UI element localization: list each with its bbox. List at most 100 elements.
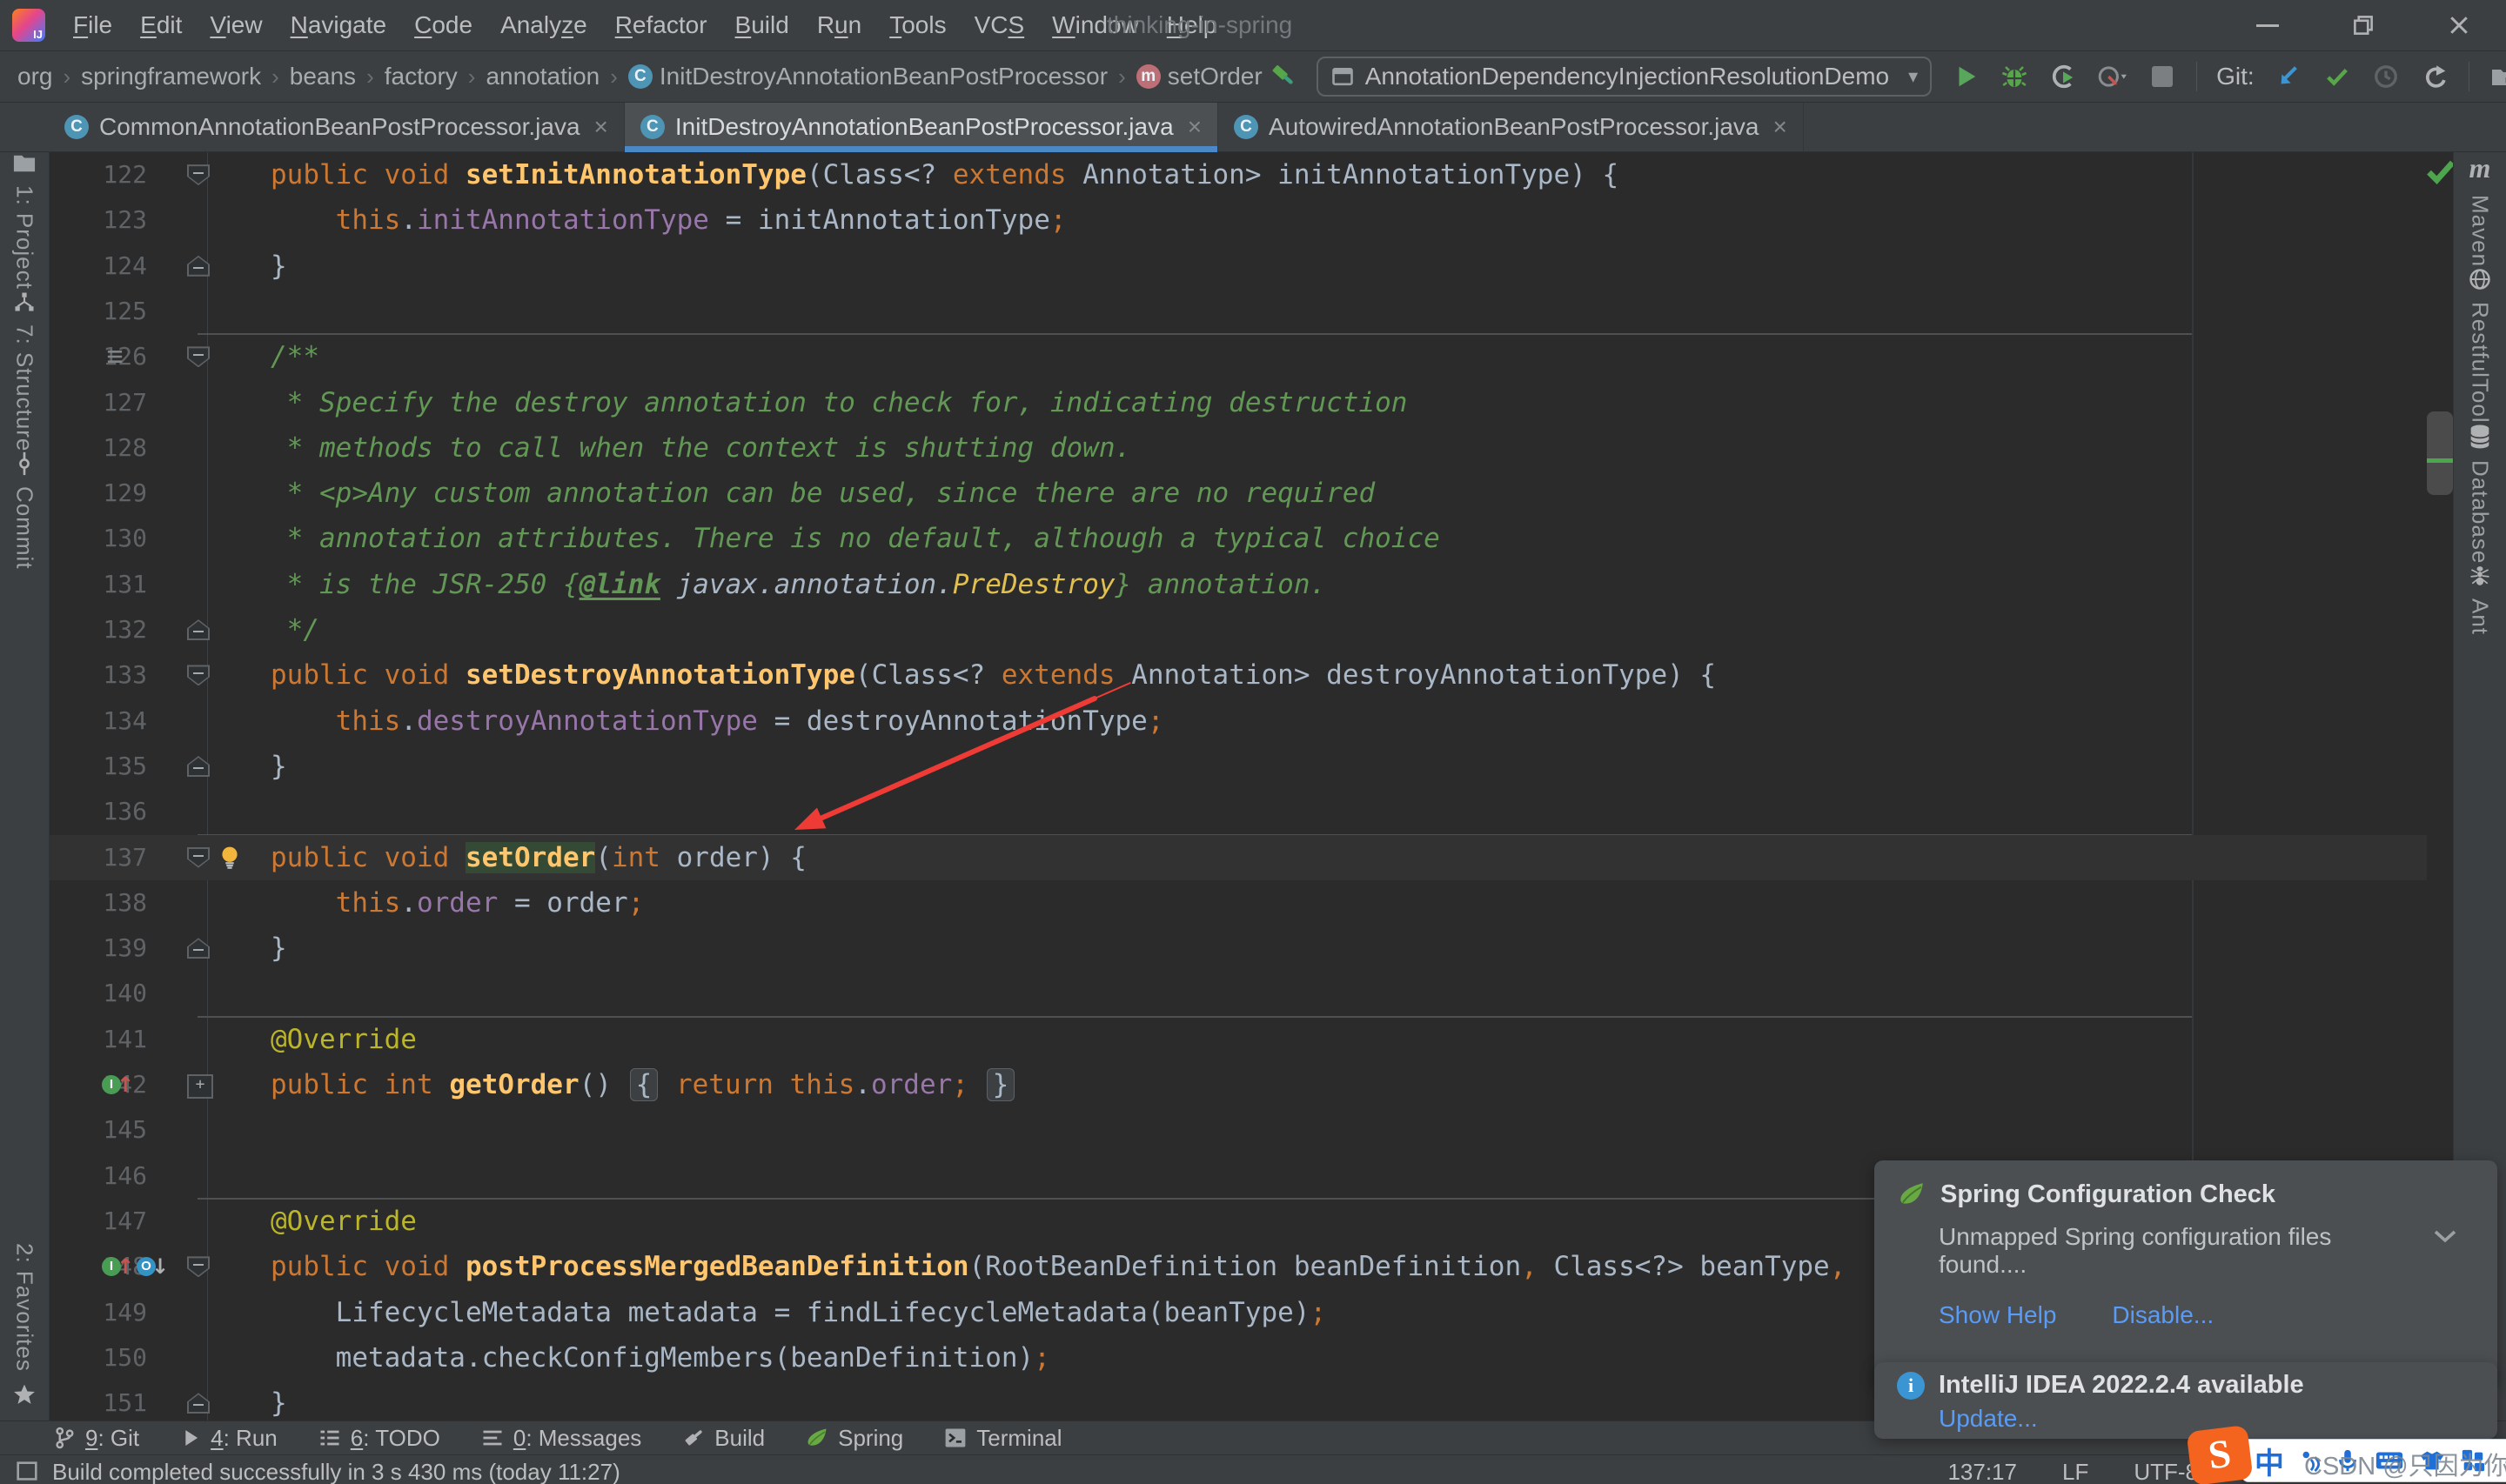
tab-CommonAnnotationBeanPostProcessor.java[interactable]: CCommonAnnotationBeanPostProcessor.java×: [49, 103, 625, 151]
maximize-button[interactable]: [2346, 8, 2381, 43]
code-text[interactable]: * annotation attributes. There is no def…: [271, 516, 1440, 561]
line-number[interactable]: 146: [50, 1153, 147, 1199]
code-line[interactable]: 127 * Specify the destroy annotation to …: [50, 380, 2427, 425]
line-number[interactable]: 150: [50, 1335, 147, 1380]
menu-item-file[interactable]: File: [59, 0, 126, 50]
tool-window-bar-build[interactable]: Build: [681, 1425, 765, 1452]
breadcrumb-item-springframework[interactable]: springframework: [77, 63, 265, 90]
code-text[interactable]: @Override: [271, 1199, 417, 1244]
profiler-button[interactable]: [2097, 57, 2128, 96]
line-number[interactable]: 140: [50, 971, 147, 1016]
code-text[interactable]: metadata.checkConfigMembers(beanDefiniti…: [271, 1335, 1050, 1380]
tool-window-bar-6-todo[interactable]: 6: TODO: [318, 1425, 440, 1452]
fold-marker-icon[interactable]: [187, 346, 210, 367]
code-text[interactable]: * methods to call when the context is sh…: [271, 425, 1131, 471]
code-line[interactable]: 135}: [50, 744, 2427, 789]
breadcrumb-item-factory[interactable]: factory: [381, 63, 461, 90]
tool-window-bar-9-git[interactable]: 9: Git: [52, 1425, 139, 1452]
editor-scrollbar-thumb[interactable]: [2427, 411, 2453, 495]
code-line[interactable]: 137 public void setOrder(int order) {: [50, 835, 2427, 880]
chevron-down-icon[interactable]: [2433, 1228, 2457, 1244]
overriding-method-icon[interactable]: I↑: [102, 1075, 134, 1094]
close-tab-icon[interactable]: ×: [594, 115, 608, 139]
git-history-button[interactable]: [2371, 57, 2401, 96]
fold-marker-icon[interactable]: [187, 847, 210, 868]
code-text[interactable]: * <p>Any custom annotation can be used, …: [271, 471, 1375, 516]
code-line[interactable]: 140: [50, 971, 2427, 1016]
menu-item-edit[interactable]: Edit: [126, 0, 196, 50]
tab-InitDestroyAnnotationBeanPostProcessor.java[interactable]: CInitDestroyAnnotationBeanPostProcessor.…: [625, 103, 1218, 151]
code-line[interactable]: 139}: [50, 926, 2427, 971]
close-tab-icon[interactable]: ×: [1188, 115, 1202, 139]
code-line[interactable]: 131 * is the JSR-250 {@link javax.annota…: [50, 562, 2427, 607]
line-number[interactable]: 149: [50, 1290, 147, 1335]
file-encoding[interactable]: UTF-8: [2134, 1459, 2198, 1484]
code-line[interactable]: 134 this.destroyAnnotationType = destroy…: [50, 699, 2427, 744]
background-tasks-icon[interactable]: [14, 1459, 40, 1484]
code-line[interactable]: 142I↑+public int getOrder() { return thi…: [50, 1062, 2427, 1107]
fold-marker-icon[interactable]: [187, 1256, 210, 1277]
overridden-method-icon[interactable]: O↓: [137, 1257, 169, 1276]
menu-item-refactor[interactable]: Refactor: [601, 0, 721, 50]
ime-language-toggle[interactable]: 中: [2255, 1440, 2284, 1482]
line-number[interactable]: 141: [50, 1017, 147, 1062]
menu-item-analyze[interactable]: Analyze: [486, 0, 601, 50]
code-text[interactable]: public void setOrder(int order) {: [271, 835, 807, 880]
menu-item-view[interactable]: View: [196, 0, 276, 50]
code-line[interactable]: 126/**: [50, 334, 2427, 379]
code-line[interactable]: 136: [50, 789, 2427, 834]
line-number[interactable]: 126: [50, 334, 147, 379]
code-text[interactable]: @Override: [271, 1017, 417, 1062]
breadcrumb-item-setorder[interactable]: msetOrder: [1133, 63, 1266, 90]
caret-position[interactable]: 137:17: [1947, 1459, 2017, 1484]
line-number[interactable]: 133: [50, 652, 147, 698]
tool-window-bar-4-run[interactable]: 4: Run: [179, 1425, 278, 1452]
tool-window-bar-terminal[interactable]: Terminal: [943, 1425, 1062, 1452]
code-line[interactable]: 129 * <p>Any custom annotation can be us…: [50, 471, 2427, 516]
fold-expand-icon[interactable]: +: [187, 1074, 213, 1099]
code-text[interactable]: LifecycleMetadata metadata = findLifecyc…: [271, 1290, 1326, 1335]
close-button[interactable]: [2442, 8, 2476, 43]
git-rollback-button[interactable]: [2420, 57, 2449, 96]
line-number[interactable]: 132: [50, 607, 147, 652]
code-text[interactable]: this.order = order;: [271, 880, 644, 926]
line-number[interactable]: 123: [50, 197, 147, 243]
line-number[interactable]: 122: [50, 152, 147, 197]
update-link[interactable]: Update...: [1939, 1405, 2038, 1433]
tool-window-button-restfultool[interactable]: RestfulTool: [2467, 267, 2494, 424]
line-number[interactable]: 125: [50, 289, 147, 334]
project-structure-button[interactable]: [2489, 57, 2506, 96]
tab-AutowiredAnnotationBeanPostProcessor.java[interactable]: CAutowiredAnnotationBeanPostProcessor.ja…: [1218, 103, 1804, 151]
line-number[interactable]: 135: [50, 744, 147, 789]
breadcrumb-item-org[interactable]: org: [14, 63, 56, 90]
menu-item-navigate[interactable]: Navigate: [277, 0, 401, 50]
line-number[interactable]: 137: [50, 835, 147, 880]
fold-marker-icon[interactable]: [187, 665, 210, 685]
hammer-icon[interactable]: [1266, 61, 1297, 92]
code-text[interactable]: public void postProcessMergedBeanDefinit…: [271, 1244, 1846, 1289]
line-number[interactable]: 134: [50, 699, 147, 744]
breadcrumb-item-beans[interactable]: beans: [286, 63, 359, 90]
line-number[interactable]: 128: [50, 425, 147, 471]
tool-window-button-2-favorites[interactable]: 2: Favorites: [11, 1243, 38, 1407]
menu-item-run[interactable]: Run: [803, 0, 875, 50]
line-number[interactable]: 130: [50, 516, 147, 561]
line-number[interactable]: 124: [50, 244, 147, 289]
code-text[interactable]: }: [271, 244, 287, 289]
line-number[interactable]: 136: [50, 789, 147, 834]
breadcrumb-item-annotation[interactable]: annotation: [482, 63, 603, 90]
fold-marker-icon[interactable]: [187, 164, 210, 185]
code-line[interactable]: 123 this.initAnnotationType = initAnnota…: [50, 197, 2427, 243]
code-text[interactable]: public void setDestroyAnnotationType(Cla…: [271, 652, 1716, 698]
git-update-button[interactable]: [2274, 57, 2303, 96]
fold-marker-icon[interactable]: [187, 619, 210, 640]
line-number[interactable]: 139: [50, 926, 147, 971]
line-number[interactable]: 145: [50, 1107, 147, 1153]
tool-window-button-database[interactable]: Database: [2467, 424, 2494, 564]
doc-comment-icon[interactable]: [104, 345, 126, 368]
code-line[interactable]: 125: [50, 289, 2427, 334]
code-line[interactable]: 141 @Override: [50, 1017, 2427, 1062]
fold-marker-icon[interactable]: [187, 756, 210, 777]
fold-marker-icon[interactable]: [187, 1393, 210, 1414]
run-configuration-select[interactable]: AnnotationDependencyInjectionResolutionD…: [1317, 57, 1932, 97]
